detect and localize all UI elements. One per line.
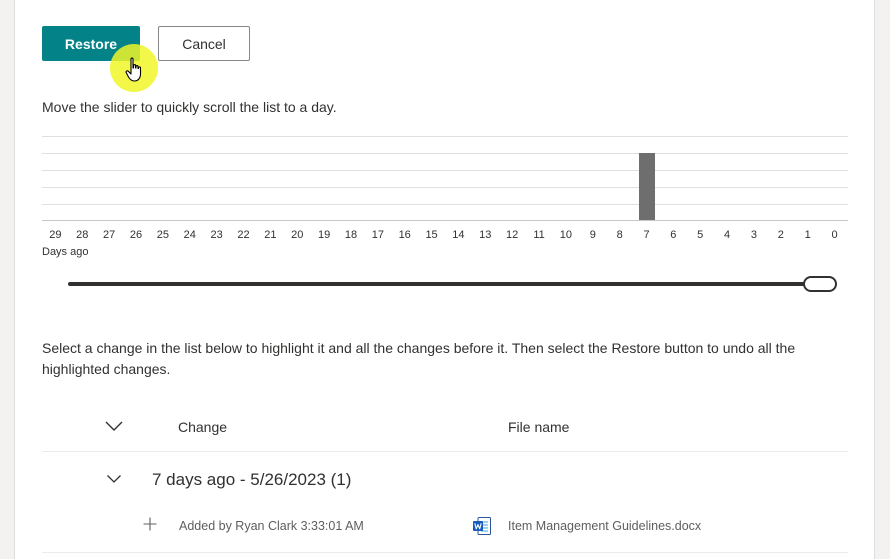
x-tick-label: 14 bbox=[452, 229, 465, 241]
x-tick-label: 1 bbox=[804, 229, 811, 241]
x-tick-label: 25 bbox=[156, 229, 170, 241]
x-tick-label: 2 bbox=[777, 229, 784, 241]
chart-gridline bbox=[42, 187, 848, 188]
word-doc-icon bbox=[473, 517, 491, 535]
chart-gridline bbox=[42, 170, 848, 171]
x-tick-label: 18 bbox=[344, 229, 358, 241]
x-tick-label: 10 bbox=[559, 229, 573, 241]
list-header: Change File name bbox=[42, 409, 848, 452]
column-header-change[interactable]: Change bbox=[178, 419, 227, 435]
days-slider-thumb[interactable] bbox=[803, 276, 837, 292]
x-axis-ticks: 29 28 27 26 25 24 23 22 21 20 19 18 17 16 15 14 13 12 11 10… bbox=[42, 229, 848, 245]
x-tick-label: 21 bbox=[264, 229, 277, 241]
x-tick-label: 9 bbox=[589, 229, 596, 241]
x-tick-label: 22 bbox=[237, 229, 250, 241]
hand-cursor-icon bbox=[125, 57, 142, 82]
days-slider-track[interactable] bbox=[68, 282, 816, 286]
x-tick-label: 3 bbox=[750, 229, 758, 241]
cancel-button[interactable]: Cancel bbox=[158, 26, 250, 61]
chart-gridline bbox=[42, 153, 848, 154]
plus-icon[interactable] bbox=[142, 516, 158, 532]
column-header-file-name[interactable]: File name bbox=[508, 419, 569, 435]
x-tick-label: 7 bbox=[643, 229, 650, 241]
chart-baseline bbox=[42, 220, 848, 221]
restore-panel: Restore Cancel Move the slider to quickl… bbox=[14, 0, 875, 559]
group-chevron-down-icon[interactable] bbox=[106, 474, 122, 484]
x-tick-label: 28 bbox=[76, 229, 89, 241]
restore-description: Select a change in the list below to hig… bbox=[42, 340, 796, 377]
x-tick-label: 6 bbox=[670, 229, 677, 241]
x-tick-label: 4 bbox=[724, 229, 731, 241]
x-tick-label: 5 bbox=[697, 229, 704, 241]
x-tick-label: 20 bbox=[291, 229, 304, 241]
chart-gridline bbox=[42, 204, 848, 205]
list-item[interactable]: Added by Ryan Clark 3:33:01 AM Item Mana… bbox=[42, 506, 848, 553]
x-tick-label: 13 bbox=[479, 229, 492, 241]
group-title: 7 days ago - 5/26/2023 (1) bbox=[152, 470, 352, 489]
x-tick-label: 15 bbox=[425, 229, 438, 241]
file-name[interactable]: Item Management Guidelines.docx bbox=[508, 519, 701, 533]
change-description: Added by Ryan Clark 3:33:01 AM bbox=[179, 519, 364, 533]
x-tick-label: 24 bbox=[183, 229, 196, 241]
x-axis-label: Days ago bbox=[42, 246, 89, 258]
x-tick-label: 27 bbox=[103, 229, 116, 241]
x-tick-label: 16 bbox=[398, 229, 411, 241]
x-tick-label: 29 bbox=[49, 229, 62, 241]
group-header[interactable]: 7 days ago - 5/26/2023 (1) bbox=[42, 452, 848, 502]
x-tick-label: 23 bbox=[210, 229, 223, 241]
chart-bar-7 bbox=[638, 152, 655, 220]
days-ago-bar-chart bbox=[42, 134, 848, 224]
chart-gridline bbox=[42, 136, 848, 137]
x-tick-label: 0 bbox=[831, 229, 838, 241]
slider-instruction: Move the slider to quickly scroll the li… bbox=[42, 99, 337, 115]
x-tick-label: 11 bbox=[533, 229, 545, 241]
x-tick-label: 17 bbox=[371, 229, 384, 241]
x-tick-label: 12 bbox=[506, 229, 519, 241]
x-tick-label: 26 bbox=[129, 229, 143, 241]
x-tick-label: 8 bbox=[616, 229, 623, 241]
collapse-all-chevron-icon[interactable] bbox=[104, 419, 124, 433]
x-tick-label: 19 bbox=[317, 229, 331, 241]
